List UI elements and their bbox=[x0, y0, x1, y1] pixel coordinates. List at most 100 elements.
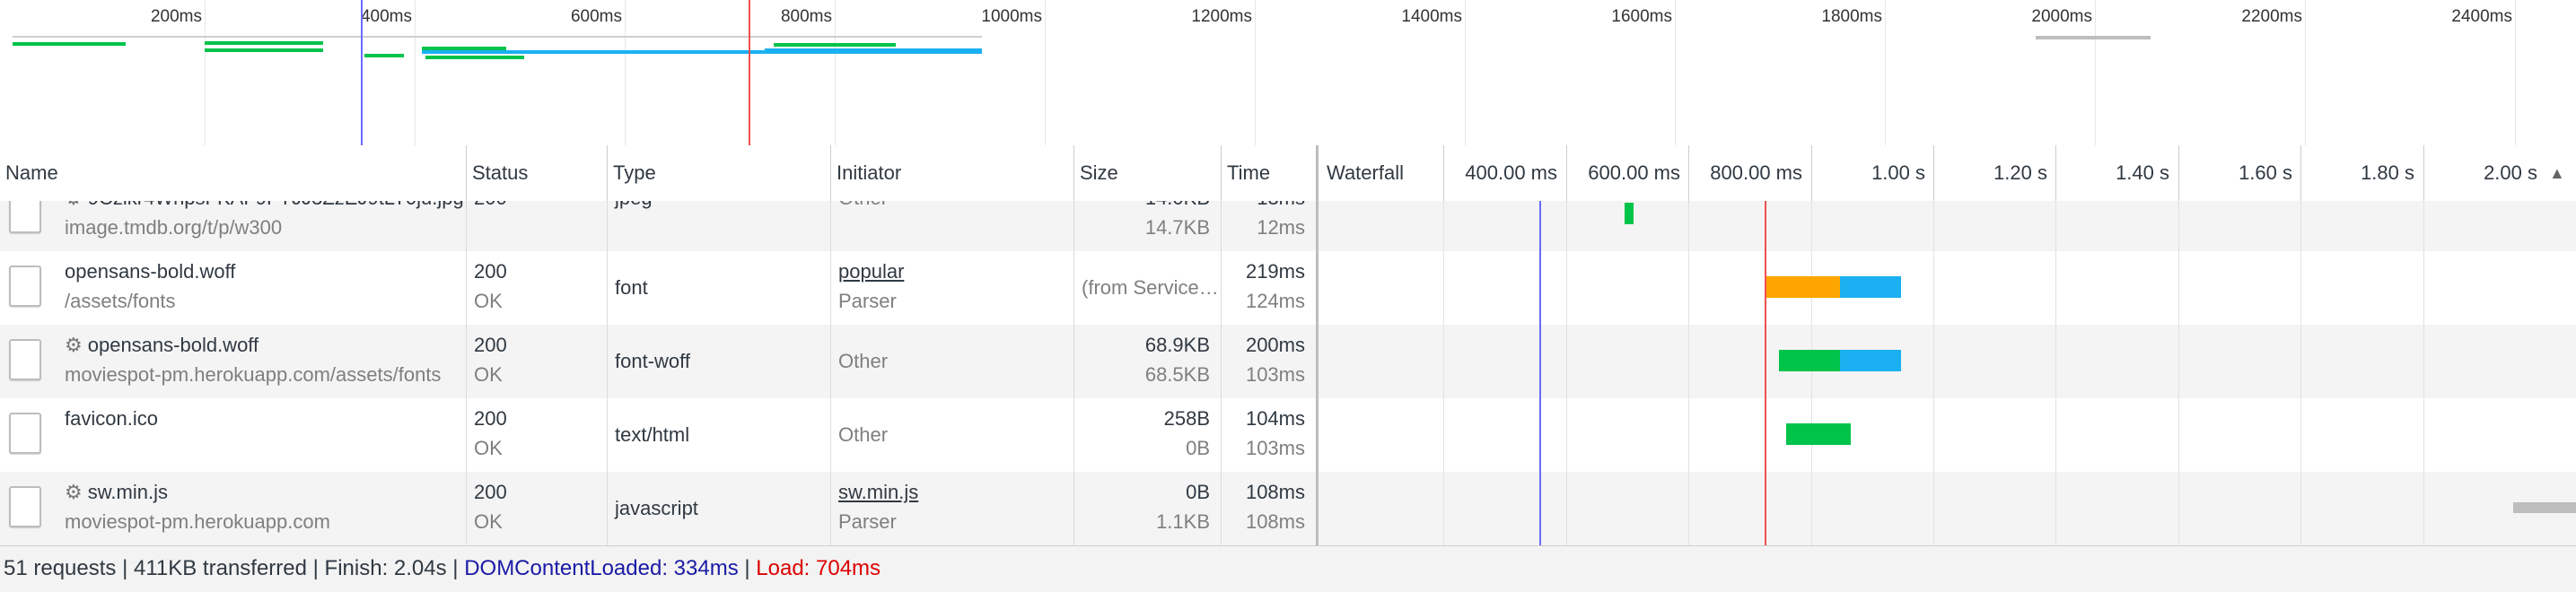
initiator-link[interactable]: sw.min.js bbox=[838, 481, 918, 504]
time-latency: 12ms bbox=[1257, 216, 1305, 239]
file-icon bbox=[9, 266, 41, 307]
separator-text: | bbox=[738, 556, 757, 580]
waterfall-bar-queued[interactable] bbox=[2513, 502, 2576, 513]
time-latency: 103ms bbox=[1245, 363, 1305, 386]
column-header-name[interactable]: Name bbox=[0, 145, 467, 201]
table-row[interactable]: opensans-bold.woff /assets/fonts 200 OK … bbox=[0, 251, 2576, 325]
waterfall-tick: 600.00 ms bbox=[1588, 161, 1680, 184]
initiator-value: Other bbox=[838, 201, 888, 210]
column-header-size[interactable]: Size bbox=[1074, 145, 1222, 201]
waterfall-tick: 2.00 s bbox=[2484, 161, 2537, 184]
time-total: 13ms bbox=[1257, 201, 1305, 210]
table-row[interactable]: ⚙ opensans-bold.woff moviespot-pm.herokua… bbox=[0, 325, 2576, 398]
type-cell: javascript bbox=[608, 472, 831, 545]
time-cell: 104ms 103ms bbox=[1222, 398, 1319, 472]
size-transferred: 14.0KB bbox=[1145, 201, 1210, 210]
waterfall-tick: 1.60 s bbox=[2239, 161, 2292, 184]
waterfall-bar-stalled[interactable] bbox=[1766, 276, 1840, 298]
table-row[interactable]: favicon.ico 200 OK text/html Other 258B … bbox=[0, 398, 2576, 472]
type-cell: font bbox=[608, 251, 831, 325]
time-cell: 108ms 108ms bbox=[1222, 472, 1319, 545]
request-path: /assets/fonts bbox=[65, 290, 176, 312]
overview-tick: 1800ms bbox=[1821, 7, 1882, 26]
network-request-list[interactable]: ⚙9Czlkr4WnpsFKAF9FYJJ3ZzEJ9tLT0ju.jpg im… bbox=[0, 201, 2576, 545]
column-header-initiator[interactable]: Initiator bbox=[831, 145, 1074, 201]
initiator-cell: Other bbox=[831, 325, 1074, 398]
status-bar: 51 requests | 411KB transferred | Finish… bbox=[0, 545, 2576, 592]
load-text: Load: 704ms bbox=[756, 556, 881, 580]
type-cell: jpeg bbox=[608, 201, 831, 251]
waterfall-bar-waiting[interactable] bbox=[1786, 423, 1851, 445]
request-name: favicon.ico bbox=[65, 407, 158, 430]
overview-tick: 800ms bbox=[780, 7, 832, 26]
overview-tick: 400ms bbox=[360, 7, 412, 26]
table-row[interactable]: ⚙ sw.min.js moviespot-pm.herokuapp.com 20… bbox=[0, 472, 2576, 545]
time-cell: 200ms 103ms bbox=[1222, 325, 1319, 398]
initiator-link[interactable]: popular bbox=[838, 260, 904, 283]
name-cell[interactable]: ⚙ opensans-bold.woff moviespot-pm.herokua… bbox=[0, 325, 467, 398]
status-cell: 200 OK bbox=[467, 472, 608, 545]
overview-tick: 2400ms bbox=[2451, 7, 2512, 26]
network-table-header: Name Status Type Initiator Size Time Wat… bbox=[0, 145, 2576, 202]
status-code: 200 bbox=[474, 260, 507, 283]
time-latency: 108ms bbox=[1245, 510, 1305, 533]
overview-tick: 2000ms bbox=[2031, 7, 2092, 26]
table-row[interactable]: ⚙9Czlkr4WnpsFKAF9FYJJ3ZzEJ9tLT0ju.jpg im… bbox=[0, 201, 2576, 251]
overview-timeline[interactable]: 200ms 400ms 600ms 800ms 1000ms 1200ms 14… bbox=[0, 0, 2576, 146]
sort-ascending-icon[interactable]: ▲ bbox=[2549, 145, 2565, 201]
column-header-type[interactable]: Type bbox=[608, 145, 831, 201]
service-worker-gear-icon: ⚙ bbox=[65, 201, 83, 209]
initiator-cell: Other bbox=[831, 201, 1074, 251]
time-total: 104ms bbox=[1245, 407, 1305, 430]
size-cell: 68.9KB 68.5KB bbox=[1074, 325, 1222, 398]
status-text: OK bbox=[474, 290, 503, 312]
type-cell: font-woff bbox=[608, 325, 831, 398]
file-icon bbox=[9, 413, 41, 454]
name-cell[interactable]: opensans-bold.woff /assets/fonts bbox=[0, 251, 467, 325]
request-path: moviespot-pm.herokuapp.com/assets/fonts bbox=[65, 363, 442, 386]
type-value: jpeg bbox=[615, 201, 653, 210]
type-value: font-woff bbox=[615, 350, 690, 372]
request-path: moviespot-pm.herokuapp.com bbox=[65, 510, 330, 533]
waterfall-bar-waiting[interactable] bbox=[1625, 203, 1634, 224]
name-cell[interactable]: favicon.ico bbox=[0, 398, 467, 472]
status-text: OK bbox=[474, 363, 503, 386]
initiator-cell: sw.min.js Parser bbox=[831, 472, 1074, 545]
status-code: 200 bbox=[474, 201, 507, 210]
status-cell: 200 OK bbox=[467, 398, 608, 472]
waterfall-bar-waiting[interactable] bbox=[1779, 350, 1840, 371]
waterfall-tick: 1.40 s bbox=[2116, 161, 2169, 184]
dom-content-loaded-marker bbox=[361, 0, 363, 145]
type-value: font bbox=[615, 276, 648, 299]
type-value: text/html bbox=[615, 423, 690, 446]
overview-bar bbox=[774, 43, 896, 47]
overview-bar bbox=[205, 41, 323, 45]
dom-content-loaded-text: DOMContentLoaded: 334ms bbox=[464, 556, 739, 580]
name-cell[interactable]: ⚙9Czlkr4WnpsFKAF9FYJJ3ZzEJ9tLT0ju.jpg im… bbox=[0, 201, 467, 251]
overview-tick: 1000ms bbox=[981, 7, 1042, 26]
column-header-status[interactable]: Status bbox=[467, 145, 608, 201]
request-name: ⚙ opensans-bold.woff bbox=[65, 334, 259, 356]
size-cell: 0B 1.1KB bbox=[1074, 472, 1222, 545]
time-cell: 219ms 124ms bbox=[1222, 251, 1319, 325]
status-text: OK bbox=[474, 510, 503, 533]
waterfall-tick: 1.00 s bbox=[1871, 161, 1925, 184]
size-resource: 1.1KB bbox=[1156, 510, 1210, 533]
size-resource: 0B bbox=[1186, 437, 1210, 459]
file-icon bbox=[9, 201, 41, 233]
name-cell[interactable]: ⚙ sw.min.js moviespot-pm.herokuapp.com bbox=[0, 472, 467, 545]
waterfall-tick: 400.00 ms bbox=[1465, 161, 1557, 184]
waterfall-bar-receiving[interactable] bbox=[1840, 276, 1901, 298]
initiator-cell: popular Parser bbox=[831, 251, 1074, 325]
overview-bar bbox=[364, 54, 404, 57]
overview-bar bbox=[2036, 36, 2151, 39]
overview-tick: 2200ms bbox=[2241, 7, 2302, 26]
file-icon bbox=[9, 339, 41, 380]
waterfall-tick: 1.20 s bbox=[1993, 161, 2047, 184]
status-cell: 200 OK bbox=[467, 325, 608, 398]
size-transferred: 258B bbox=[1163, 407, 1210, 430]
overview-tick: 1600ms bbox=[1611, 7, 1672, 26]
time-latency: 124ms bbox=[1245, 290, 1305, 312]
column-header-time[interactable]: Time bbox=[1222, 145, 1319, 201]
waterfall-bar-receiving[interactable] bbox=[1840, 350, 1901, 371]
